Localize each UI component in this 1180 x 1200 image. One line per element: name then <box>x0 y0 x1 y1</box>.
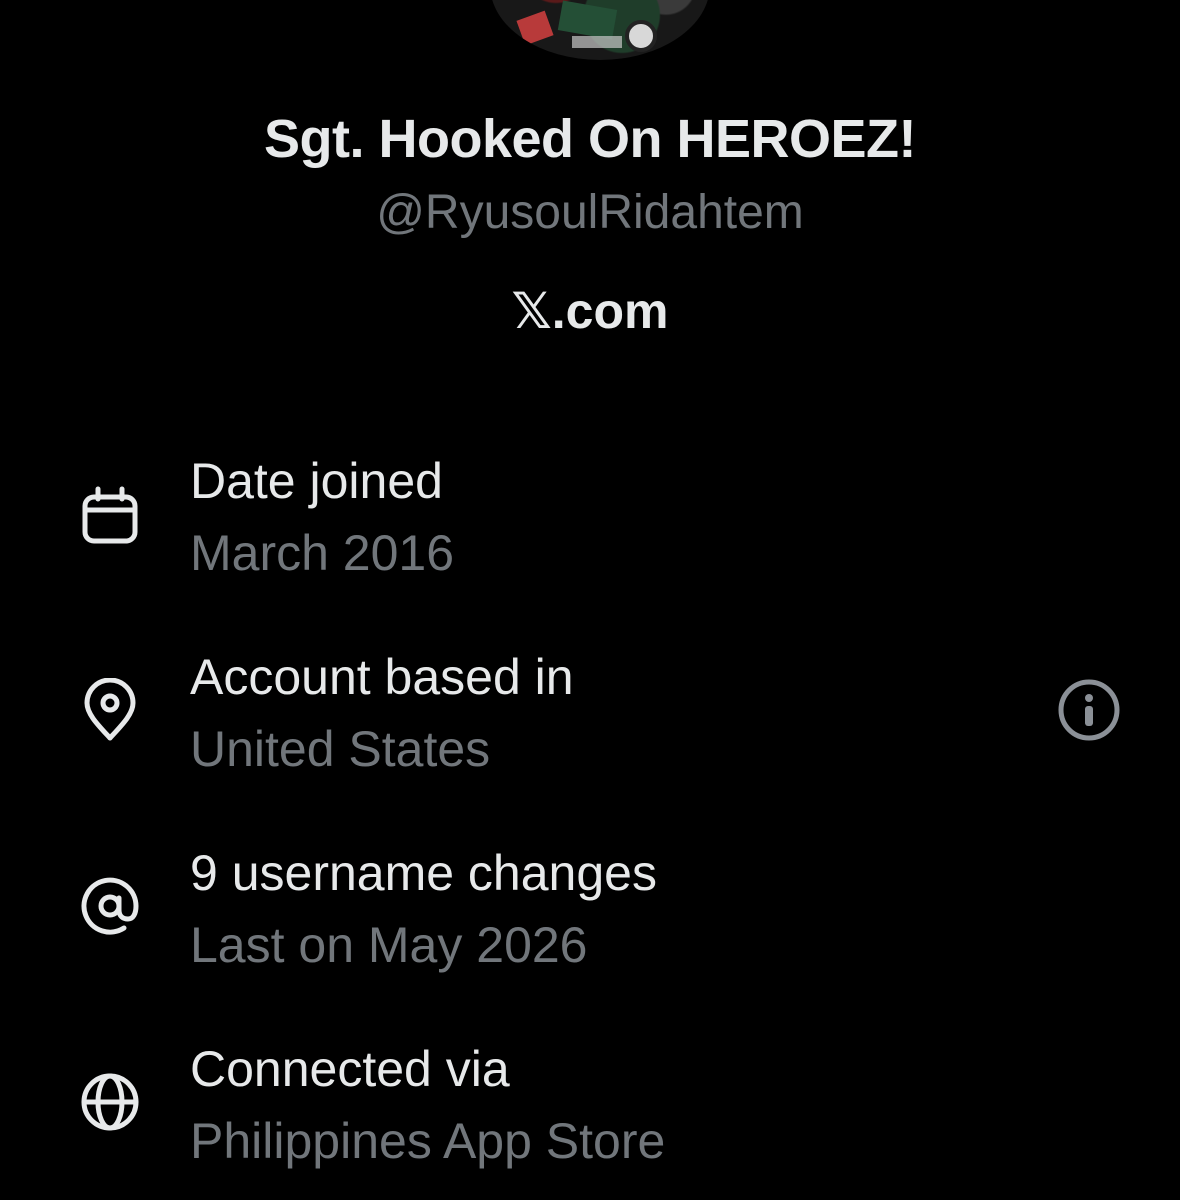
calendar-icon <box>78 484 142 548</box>
site-link[interactable]: 𝕏.com <box>0 282 1180 340</box>
at-sign-icon <box>78 874 142 938</box>
row-title: Date joined <box>190 453 443 509</box>
info-icon <box>1058 679 1120 741</box>
account-location-info-button[interactable] <box>1056 677 1122 743</box>
row-title: Account based in <box>190 649 574 705</box>
avatar[interactable] <box>490 0 710 60</box>
row-value: United States <box>190 721 491 777</box>
date-joined-row: Date joined March 2016 <box>0 440 1180 590</box>
connected-via-row: Connected via Philippines App Store <box>0 1028 1180 1178</box>
row-value: March 2016 <box>190 525 455 581</box>
row-value: Last on May 2026 <box>190 917 588 973</box>
avatar-art-shape <box>572 36 622 48</box>
row-title: Connected via <box>190 1041 510 1097</box>
account-location-row: Account based in United States <box>0 636 1180 786</box>
avatar-art-shape <box>516 10 554 46</box>
avatar-art-shape <box>557 0 618 40</box>
username-changes-row: 9 username changes Last on May 2026 <box>0 832 1180 982</box>
username-handle: @RyusoulRidahtem <box>376 186 804 239</box>
display-name: Sgt. Hooked On HEROEZ! <box>263 109 917 169</box>
row-title: 9 username changes <box>190 845 657 901</box>
location-pin-icon <box>78 678 142 742</box>
row-value: Philippines App Store <box>190 1113 666 1169</box>
globe-icon <box>78 1070 142 1134</box>
avatar-art-shape <box>625 20 657 52</box>
